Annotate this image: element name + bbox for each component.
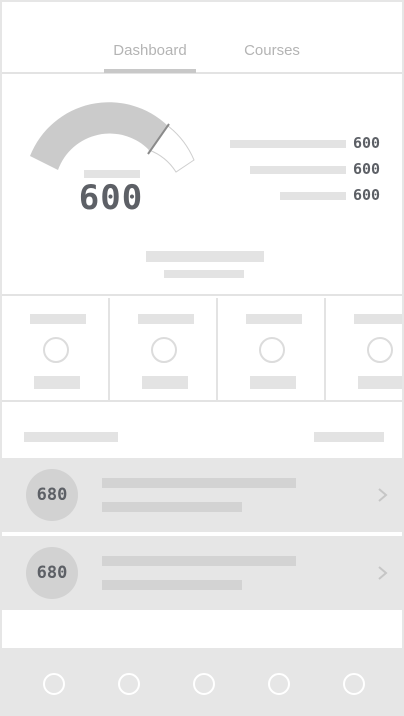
circle-icon [43, 337, 69, 363]
gauge-label-placeholder [84, 170, 140, 178]
stat-label-placeholder [280, 192, 346, 200]
nav-circle-icon[interactable] [193, 673, 215, 695]
list-title-placeholder [24, 432, 118, 442]
card-title-placeholder [30, 314, 86, 324]
app-frame: Dashboard Courses 600 600 600 600 680 68… [0, 0, 404, 716]
list-item[interactable]: 680 [2, 536, 402, 610]
list-action-placeholder[interactable] [314, 432, 384, 442]
nav-circle-icon[interactable] [118, 673, 140, 695]
score-badge: 680 [26, 547, 78, 599]
summary-text-placeholder [146, 251, 264, 262]
item-title-placeholder [102, 478, 296, 488]
tab-courses[interactable]: Courses [228, 42, 316, 59]
score-badge: 680 [26, 469, 78, 521]
active-tab-indicator [104, 69, 196, 73]
gauge-fill-arc [30, 102, 168, 170]
card-title-placeholder [354, 314, 402, 324]
card-title-placeholder [246, 314, 302, 324]
list-item[interactable]: 680 [2, 458, 402, 532]
circle-icon [151, 337, 177, 363]
card-label-placeholder [250, 376, 296, 389]
item-title-placeholder [102, 556, 296, 566]
bottom-nav [2, 648, 402, 714]
summary-subtext-placeholder [164, 270, 244, 278]
card-label-placeholder [142, 376, 188, 389]
circle-icon [367, 337, 393, 363]
circle-icon [259, 337, 285, 363]
course-card[interactable] [326, 298, 402, 402]
course-card[interactable] [110, 298, 218, 402]
tab-bar: Dashboard Courses [2, 2, 402, 74]
item-subtitle-placeholder [102, 502, 242, 512]
stat-value: 600 [353, 186, 381, 204]
chevron-right-icon [378, 488, 388, 502]
stat-label-placeholder [250, 166, 346, 174]
card-label-placeholder [34, 376, 80, 389]
chevron-right-icon [378, 566, 388, 580]
nav-circle-icon[interactable] [268, 673, 290, 695]
course-cards [2, 298, 402, 402]
course-card[interactable] [2, 298, 110, 402]
card-title-placeholder [138, 314, 194, 324]
card-label-placeholder [358, 376, 402, 389]
nav-circle-icon[interactable] [43, 673, 65, 695]
stat-label-placeholder [230, 140, 346, 148]
nav-circle-icon[interactable] [343, 673, 365, 695]
stat-value: 600 [353, 134, 381, 152]
course-card[interactable] [218, 298, 326, 402]
stat-value: 600 [353, 160, 381, 178]
gauge-value: 600 [78, 178, 144, 218]
tab-dashboard[interactable]: Dashboard [104, 42, 196, 59]
item-subtitle-placeholder [102, 580, 242, 590]
score-summary: 600 600 600 600 [2, 74, 402, 296]
